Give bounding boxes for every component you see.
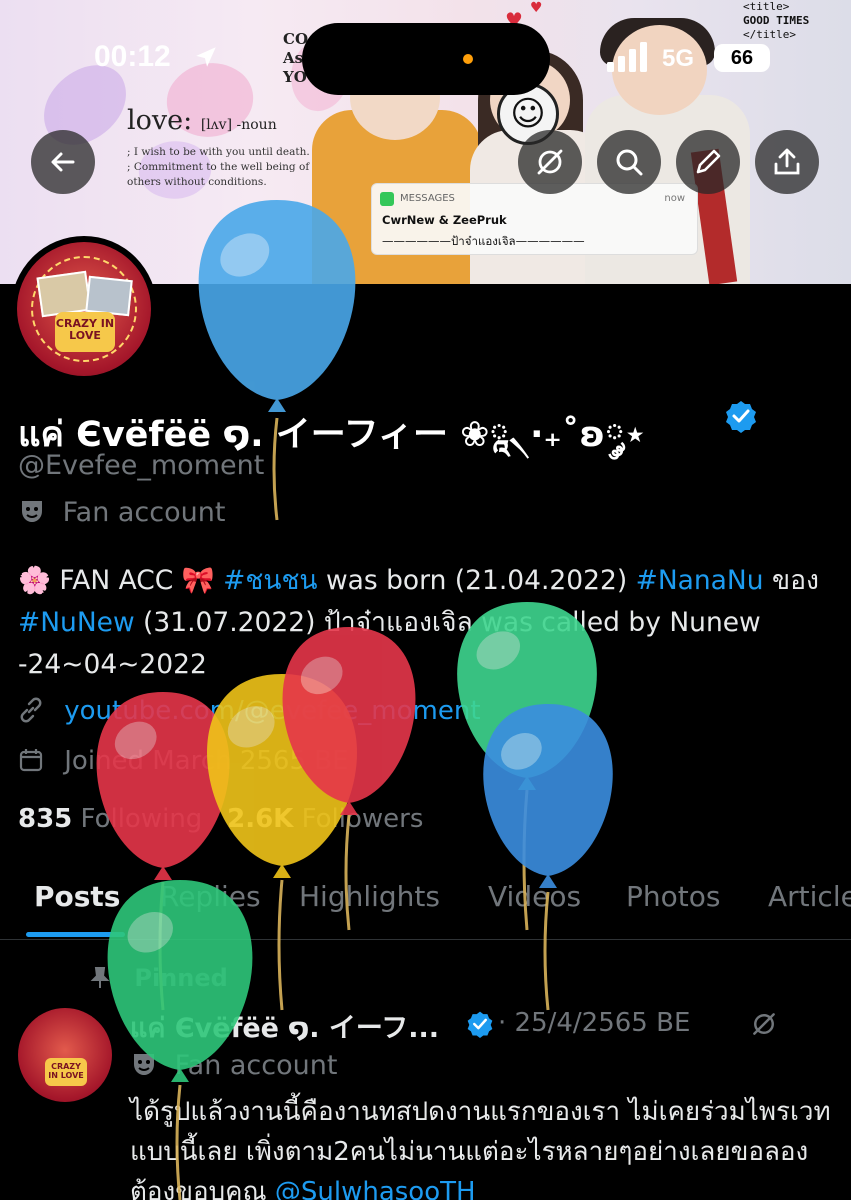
edit-button[interactable] <box>676 130 740 194</box>
verified-badge-icon <box>467 1011 493 1038</box>
status-bar: 00:12 5G 66 <box>0 0 851 100</box>
avatar-badge: CRAZY IN LOVE <box>55 312 115 352</box>
share-icon <box>774 148 800 175</box>
avatar-badge: CRAZY IN LOVE <box>45 1058 87 1086</box>
grok-button[interactable] <box>518 130 582 194</box>
privacy-indicator-dot <box>463 54 473 64</box>
profile-category: Fan account <box>18 497 225 528</box>
profile-website[interactable]: youtube.com/@evefee_moment <box>18 696 481 726</box>
follow-stats: 835 Following 2.6K Followers <box>18 804 423 834</box>
notification-app-name: MESSAGES <box>400 193 455 204</box>
tab-highlights[interactable]: Highlights <box>299 880 440 913</box>
flower-emoji: 🌸 <box>18 565 51 596</box>
post-avatar[interactable]: CRAZY IN LOVE <box>18 1008 112 1102</box>
network-type: 5G <box>662 45 695 72</box>
post-date[interactable]: · 25/4/2565 BE <box>498 1008 690 1038</box>
notification-sender: CwrNew & ZeePruk <box>382 213 507 227</box>
profile-tabs: Posts Replies Highlights Videos Photos A… <box>0 866 851 940</box>
cellular-signal-icon <box>607 42 647 72</box>
hashtag-link[interactable]: #NanaNu <box>636 565 764 596</box>
tab-photos[interactable]: Photos <box>626 880 720 913</box>
hashtag-link[interactable]: #ชนชน <box>223 565 317 596</box>
pencil-icon <box>696 149 721 174</box>
profile-bio: 🌸 FAN ACC 🎀 #ชนชน was born (21.04.2022) … <box>18 565 819 680</box>
calendar-icon <box>19 749 43 772</box>
search-button[interactable] <box>597 130 661 194</box>
post-author-name[interactable]: แค่ Єvëfëë ໑. イーフ... <box>130 1006 439 1049</box>
banner-love-word: love: [lʌv] -noun <box>127 105 277 136</box>
avatar-photo <box>85 275 133 317</box>
messages-app-icon <box>380 192 394 206</box>
share-button[interactable] <box>755 130 819 194</box>
link-icon <box>20 697 42 723</box>
hashtag-link[interactable]: #NuNew <box>18 607 135 638</box>
avatar-image: CRAZY IN LOVE <box>17 242 151 376</box>
profile-handle: @Evefee_moment <box>18 450 265 481</box>
tab-videos[interactable]: Videos <box>488 880 581 913</box>
post-text: ได้รูปแล้วงานนี้คืองานทสปดงานแรกของเรา ไ… <box>130 1092 840 1200</box>
tab-posts[interactable]: Posts <box>34 880 120 913</box>
status-time: 00:12 <box>94 40 171 73</box>
following-link[interactable]: 835 Following <box>18 804 202 834</box>
avatar-photo <box>36 270 92 318</box>
verified-badge-icon[interactable] <box>724 399 758 433</box>
banner-love-definition: ; I wish to be with you until death. ; C… <box>127 146 310 188</box>
grok-icon[interactable] <box>750 1010 778 1038</box>
pinned-label: Pinned <box>88 964 228 992</box>
search-icon <box>616 149 643 176</box>
grok-icon <box>537 149 563 175</box>
pin-icon <box>90 967 110 988</box>
battery-indicator: 66 <box>714 44 770 72</box>
theater-mask-icon <box>22 501 42 522</box>
followers-link[interactable]: 2.6K Followers <box>227 804 423 834</box>
location-arrow-icon <box>196 47 216 67</box>
mention-link[interactable]: @SulwhasooTH <box>275 1177 476 1200</box>
profile-avatar[interactable]: CRAZY IN LOVE <box>11 236 157 382</box>
post-author-category: Fan account <box>130 1050 337 1081</box>
dynamic-island <box>302 23 550 95</box>
notification-body: ——————ป้าจ๋าแองเจิล—————— <box>382 234 585 248</box>
balloon <box>96 692 230 1011</box>
message-notification: MESSAGES now CwrNew & ZeePruk ——————ป้าจ… <box>371 183 698 255</box>
back-button[interactable] <box>31 130 95 194</box>
active-tab-indicator <box>26 932 125 937</box>
balloon <box>483 704 613 1011</box>
profile-joined-date: Joined March 2565 BE <box>18 746 349 776</box>
notification-time: now <box>664 193 685 204</box>
tab-articles[interactable]: Articles <box>768 880 851 913</box>
theater-mask-icon <box>134 1054 154 1075</box>
back-arrow-icon <box>51 152 75 172</box>
tab-replies[interactable]: Replies <box>160 880 261 913</box>
ribbon-emoji: 🎀 <box>181 565 215 596</box>
